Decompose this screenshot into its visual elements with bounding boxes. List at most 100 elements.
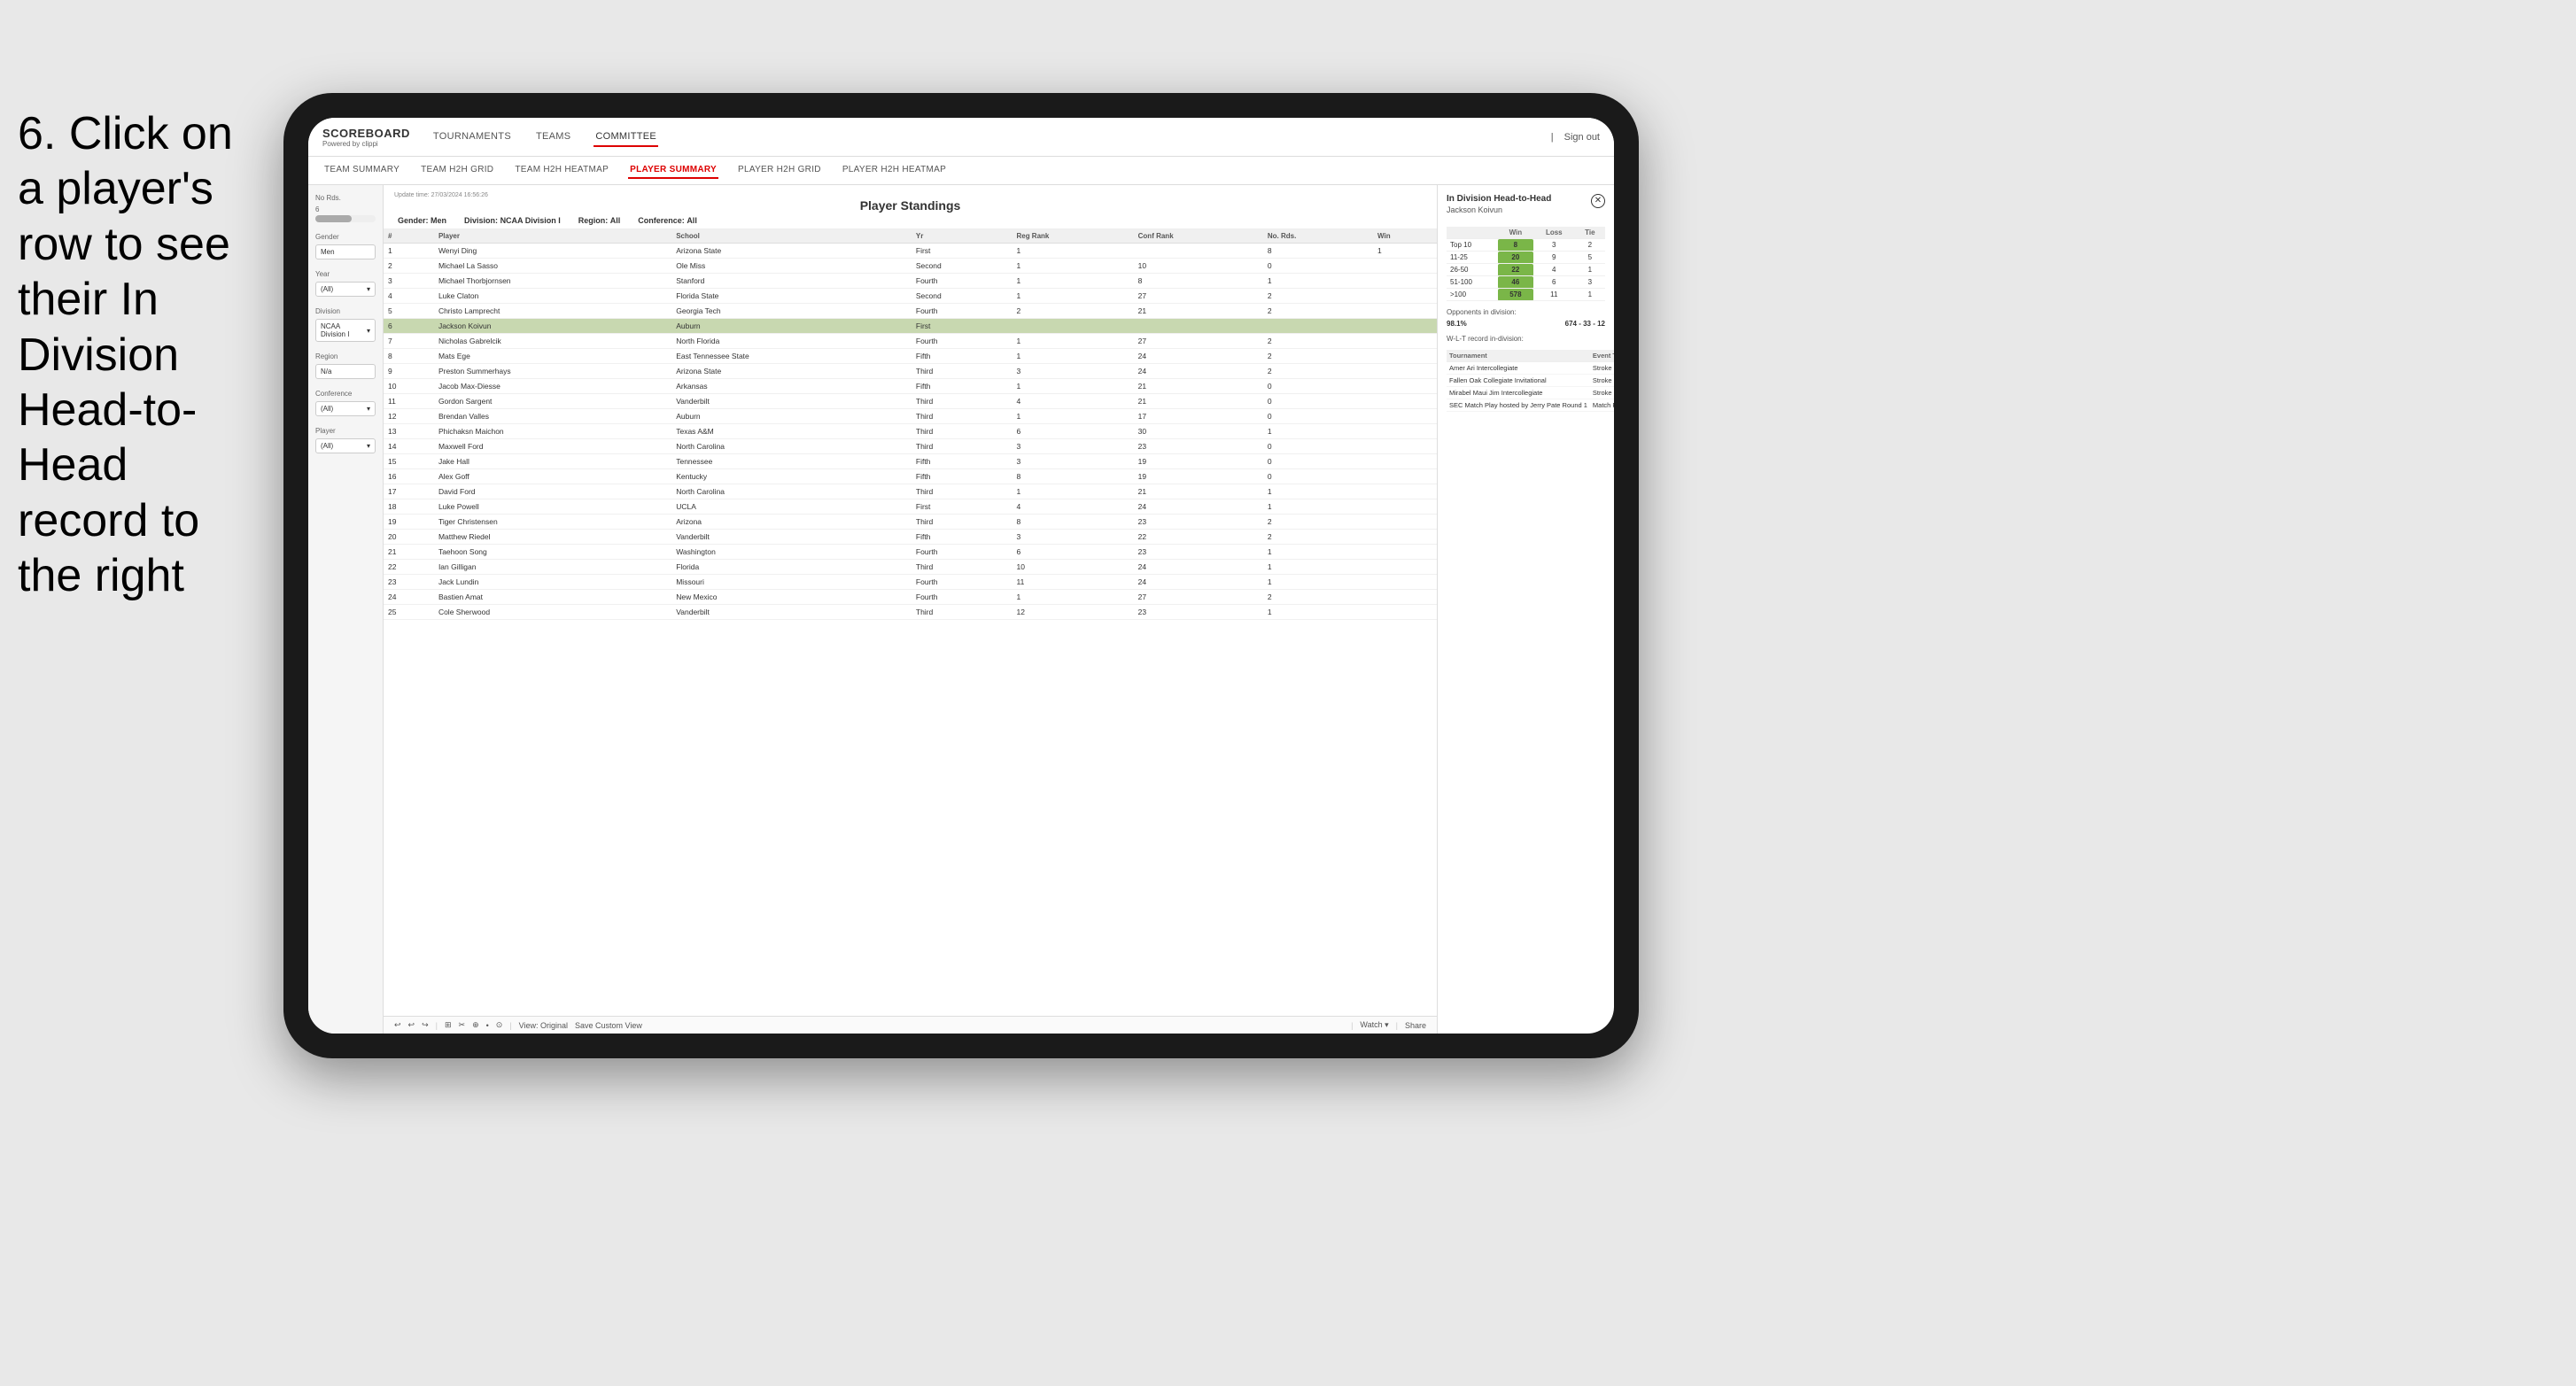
watch-button[interactable]: Watch ▾ xyxy=(1360,1020,1388,1030)
gender-control[interactable]: Men xyxy=(315,244,376,259)
table-row[interactable]: 13 Phichaksn Maichon Texas A&M Third 6 3… xyxy=(384,424,1437,439)
cell-player: Tiger Christensen xyxy=(434,515,671,530)
region-control[interactable]: N/a xyxy=(315,364,376,379)
cell-yr: Fourth xyxy=(912,274,1013,289)
cell-num: 18 xyxy=(384,499,434,515)
toolbar-add[interactable]: ⊕ xyxy=(472,1020,479,1030)
cell-reg: 3 xyxy=(1012,364,1133,379)
h2h-cell-loss: 4 xyxy=(1533,264,1575,276)
cell-reg: 1 xyxy=(1012,349,1133,364)
cell-num: 23 xyxy=(384,575,434,590)
cell-reg: 1 xyxy=(1012,379,1133,394)
cell-conf: 24 xyxy=(1134,349,1263,364)
division-control[interactable]: NCAA Division I ▾ xyxy=(315,319,376,342)
cell-school: Kentucky xyxy=(671,469,912,484)
nav-right: | Sign out xyxy=(1551,132,1600,143)
h2h-header: In Division Head-to-Head Jackson Koivun … xyxy=(1447,194,1605,221)
table-row[interactable]: 17 David Ford North Carolina Third 1 21 … xyxy=(384,484,1437,499)
table-row[interactable]: 23 Jack Lundin Missouri Fourth 11 24 1 xyxy=(384,575,1437,590)
table-row[interactable]: 18 Luke Powell UCLA First 4 24 1 xyxy=(384,499,1437,515)
sub-nav-player-h2h-grid[interactable]: PLAYER H2H GRID xyxy=(736,162,823,179)
table-row[interactable]: 10 Jacob Max-Diesse Arkansas Fifth 1 21 … xyxy=(384,379,1437,394)
tournament-row: Mirabel Maui Jim Intercollegiate Stroke … xyxy=(1447,387,1614,399)
share-button[interactable]: Share xyxy=(1405,1021,1426,1030)
cell-school: UCLA xyxy=(671,499,912,515)
view-original-button[interactable]: View: Original xyxy=(519,1021,568,1030)
toolbar-circle[interactable]: ⊙ xyxy=(496,1020,503,1030)
cell-win xyxy=(1373,364,1437,379)
toolbar-redo[interactable]: ↪ xyxy=(422,1020,429,1030)
table-row[interactable]: 7 Nicholas Gabrelcik North Florida Fourt… xyxy=(384,334,1437,349)
cell-player: Taehoon Song xyxy=(434,545,671,560)
player-control[interactable]: (All) ▾ xyxy=(315,438,376,453)
cell-rds xyxy=(1263,319,1373,334)
cell-rds: 2 xyxy=(1263,515,1373,530)
conference-control[interactable]: (All) ▾ xyxy=(315,401,376,416)
table-row[interactable]: 9 Preston Summerhays Arizona State Third… xyxy=(384,364,1437,379)
sub-nav-team-summary[interactable]: TEAM SUMMARY xyxy=(322,162,401,179)
sub-nav-team-h2h-heatmap[interactable]: TEAM H2H HEATMAP xyxy=(513,162,610,179)
sub-nav-player-summary[interactable]: PLAYER SUMMARY xyxy=(628,162,718,179)
toolbar-grid[interactable]: ⊞ xyxy=(445,1020,452,1030)
cell-rds: 1 xyxy=(1263,575,1373,590)
table-row[interactable]: 3 Michael Thorbjornsen Stanford Fourth 1… xyxy=(384,274,1437,289)
toolbar-cut[interactable]: ✂ xyxy=(459,1020,466,1030)
table-row[interactable]: 4 Luke Claton Florida State Second 1 27 … xyxy=(384,289,1437,304)
cell-rds: 0 xyxy=(1263,259,1373,274)
sub-nav-team-h2h-grid[interactable]: TEAM H2H GRID xyxy=(419,162,495,179)
table-row[interactable]: 25 Cole Sherwood Vanderbilt Third 12 23 … xyxy=(384,605,1437,620)
cell-win xyxy=(1373,499,1437,515)
table-row[interactable]: 19 Tiger Christensen Arizona Third 8 23 … xyxy=(384,515,1437,530)
cell-school: Florida xyxy=(671,560,912,575)
cell-school: Auburn xyxy=(671,319,912,334)
nav-item-committee[interactable]: COMMITTEE xyxy=(594,128,658,147)
sub-nav-player-h2h-heatmap[interactable]: PLAYER H2H HEATMAP xyxy=(841,162,948,179)
table-row[interactable]: 2 Michael La Sasso Ole Miss Second 1 10 … xyxy=(384,259,1437,274)
save-custom-view-button[interactable]: Save Custom View xyxy=(575,1021,642,1030)
cell-reg: 1 xyxy=(1012,409,1133,424)
year-control[interactable]: (All) ▾ xyxy=(315,282,376,297)
record-val: 674 - 33 - 12 xyxy=(1565,320,1605,328)
tournament-cell-type: Stroke Play xyxy=(1590,387,1614,399)
logo-text: SCOREBOARD xyxy=(322,127,410,140)
sidebar-gender: Gender Men xyxy=(315,233,376,259)
table-row[interactable]: 6 Jackson Koivun Auburn First xyxy=(384,319,1437,334)
sidebar-player: Player (All) ▾ xyxy=(315,427,376,453)
cell-conf xyxy=(1134,319,1263,334)
table-row[interactable]: 12 Brendan Valles Auburn Third 1 17 0 xyxy=(384,409,1437,424)
table-row[interactable]: 11 Gordon Sargent Vanderbilt Third 4 21 … xyxy=(384,394,1437,409)
standings-table: # Player School Yr Reg Rank Conf Rank No… xyxy=(384,229,1437,620)
h2h-cell-tie: 3 xyxy=(1575,276,1605,289)
nav-item-teams[interactable]: TEAMS xyxy=(534,128,572,147)
cell-rds: 0 xyxy=(1263,394,1373,409)
cell-win xyxy=(1373,575,1437,590)
cell-win xyxy=(1373,379,1437,394)
sign-out-button[interactable]: Sign out xyxy=(1564,132,1600,143)
cell-yr: First xyxy=(912,319,1013,334)
h2h-row: >100 578 11 1 xyxy=(1447,289,1605,301)
cell-conf: 30 xyxy=(1134,424,1263,439)
cell-yr: Third xyxy=(912,605,1013,620)
table-row[interactable]: 16 Alex Goff Kentucky Fifth 8 19 0 xyxy=(384,469,1437,484)
table-row[interactable]: 14 Maxwell Ford North Carolina Third 3 2… xyxy=(384,439,1437,454)
cell-player: Jake Hall xyxy=(434,454,671,469)
toolbar-undo[interactable]: ↩ xyxy=(394,1020,401,1030)
table-row[interactable]: 24 Bastien Amat New Mexico Fourth 1 27 2 xyxy=(384,590,1437,605)
cell-rds: 2 xyxy=(1263,349,1373,364)
tournament-cell-type: Stroke Play xyxy=(1590,375,1614,387)
table-row[interactable]: 22 Ian Gilligan Florida Third 10 24 1 xyxy=(384,560,1437,575)
table-row[interactable]: 21 Taehoon Song Washington Fourth 6 23 1 xyxy=(384,545,1437,560)
table-row[interactable]: 15 Jake Hall Tennessee Fifth 3 19 0 xyxy=(384,454,1437,469)
nav-item-tournaments[interactable]: TOURNAMENTS xyxy=(431,128,513,147)
filter-row: Gender: Men Division: NCAA Division I Re… xyxy=(394,216,1426,225)
cell-num: 15 xyxy=(384,454,434,469)
table-row[interactable]: 8 Mats Ege East Tennessee State Fifth 1 … xyxy=(384,349,1437,364)
table-row[interactable]: 20 Matthew Riedel Vanderbilt Fifth 3 22 … xyxy=(384,530,1437,545)
table-row[interactable]: 1 Wenyi Ding Arizona State First 1 8 1 xyxy=(384,244,1437,259)
toolbar-dot[interactable]: • xyxy=(486,1021,489,1030)
toolbar-undo2[interactable]: ↩ xyxy=(408,1020,415,1030)
cell-rds: 1 xyxy=(1263,499,1373,515)
cell-yr: Second xyxy=(912,259,1013,274)
table-row[interactable]: 5 Christo Lamprecht Georgia Tech Fourth … xyxy=(384,304,1437,319)
h2h-close-button[interactable]: ✕ xyxy=(1591,194,1605,208)
